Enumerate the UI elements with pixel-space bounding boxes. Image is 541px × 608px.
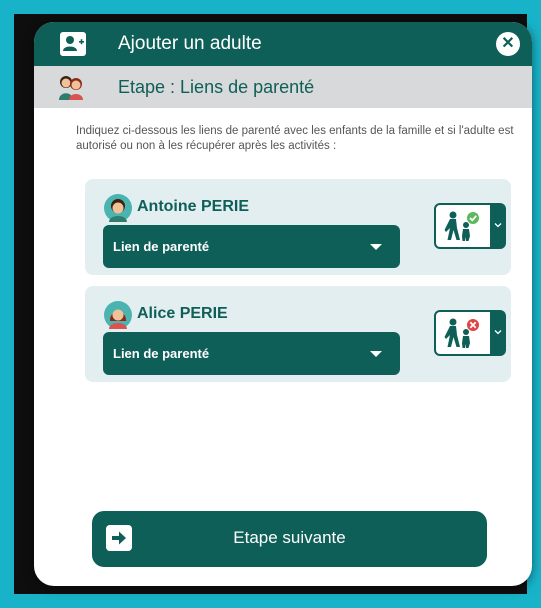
relation-select[interactable]: Lien de parenté [103,332,400,375]
close-icon: ✕ [501,35,515,52]
caret-down-icon [370,244,382,250]
pickup-dropdown-toggle[interactable] [490,203,506,249]
adult-child-not-authorized-icon [444,318,479,348]
caret-down-icon [370,351,382,357]
step-title: Etape : Liens de parenté [118,77,315,97]
pickup-authorized-status [434,203,492,249]
intro-text: Indiquez ci-dessous les liens de parenté… [76,125,514,152]
relation-select-label: Lien de parenté [113,239,210,254]
relation-select-label: Lien de parenté [113,346,210,361]
close-button[interactable]: ✕ [496,32,520,56]
pickup-dropdown-toggle[interactable] [490,310,506,356]
dialog-header: Ajouter un adulte ✕ [34,22,532,66]
family-icon [59,76,83,100]
girl-avatar-icon [104,301,132,329]
chevron-down-icon [494,223,502,228]
pickup-authorization-button[interactable] [434,203,506,249]
child-name: Alice PERIE [137,305,228,322]
child-card-antoine: Antoine PERIE Lien de parenté [85,179,511,275]
child-name: Antoine PERIE [137,198,250,215]
boy-avatar-icon [104,194,132,222]
child-card-alice: Alice PERIE Lien de parenté [85,286,511,382]
adult-child-authorized-icon [444,211,479,241]
pickup-authorization-button[interactable] [434,310,506,356]
dialog-title: Ajouter un adulte [118,33,262,54]
next-step-label: Etape suivante [233,528,346,547]
next-step-button[interactable]: Etape suivante [92,511,487,567]
relation-select[interactable]: Lien de parenté [103,225,400,268]
step-bar: Etape : Liens de parenté [34,66,532,108]
chevron-down-icon [494,330,502,335]
add-user-icon [60,32,86,56]
add-adult-dialog: Ajouter un adulte ✕ Etape : Liens de par… [34,22,532,586]
pickup-not-authorized-status [434,310,492,356]
